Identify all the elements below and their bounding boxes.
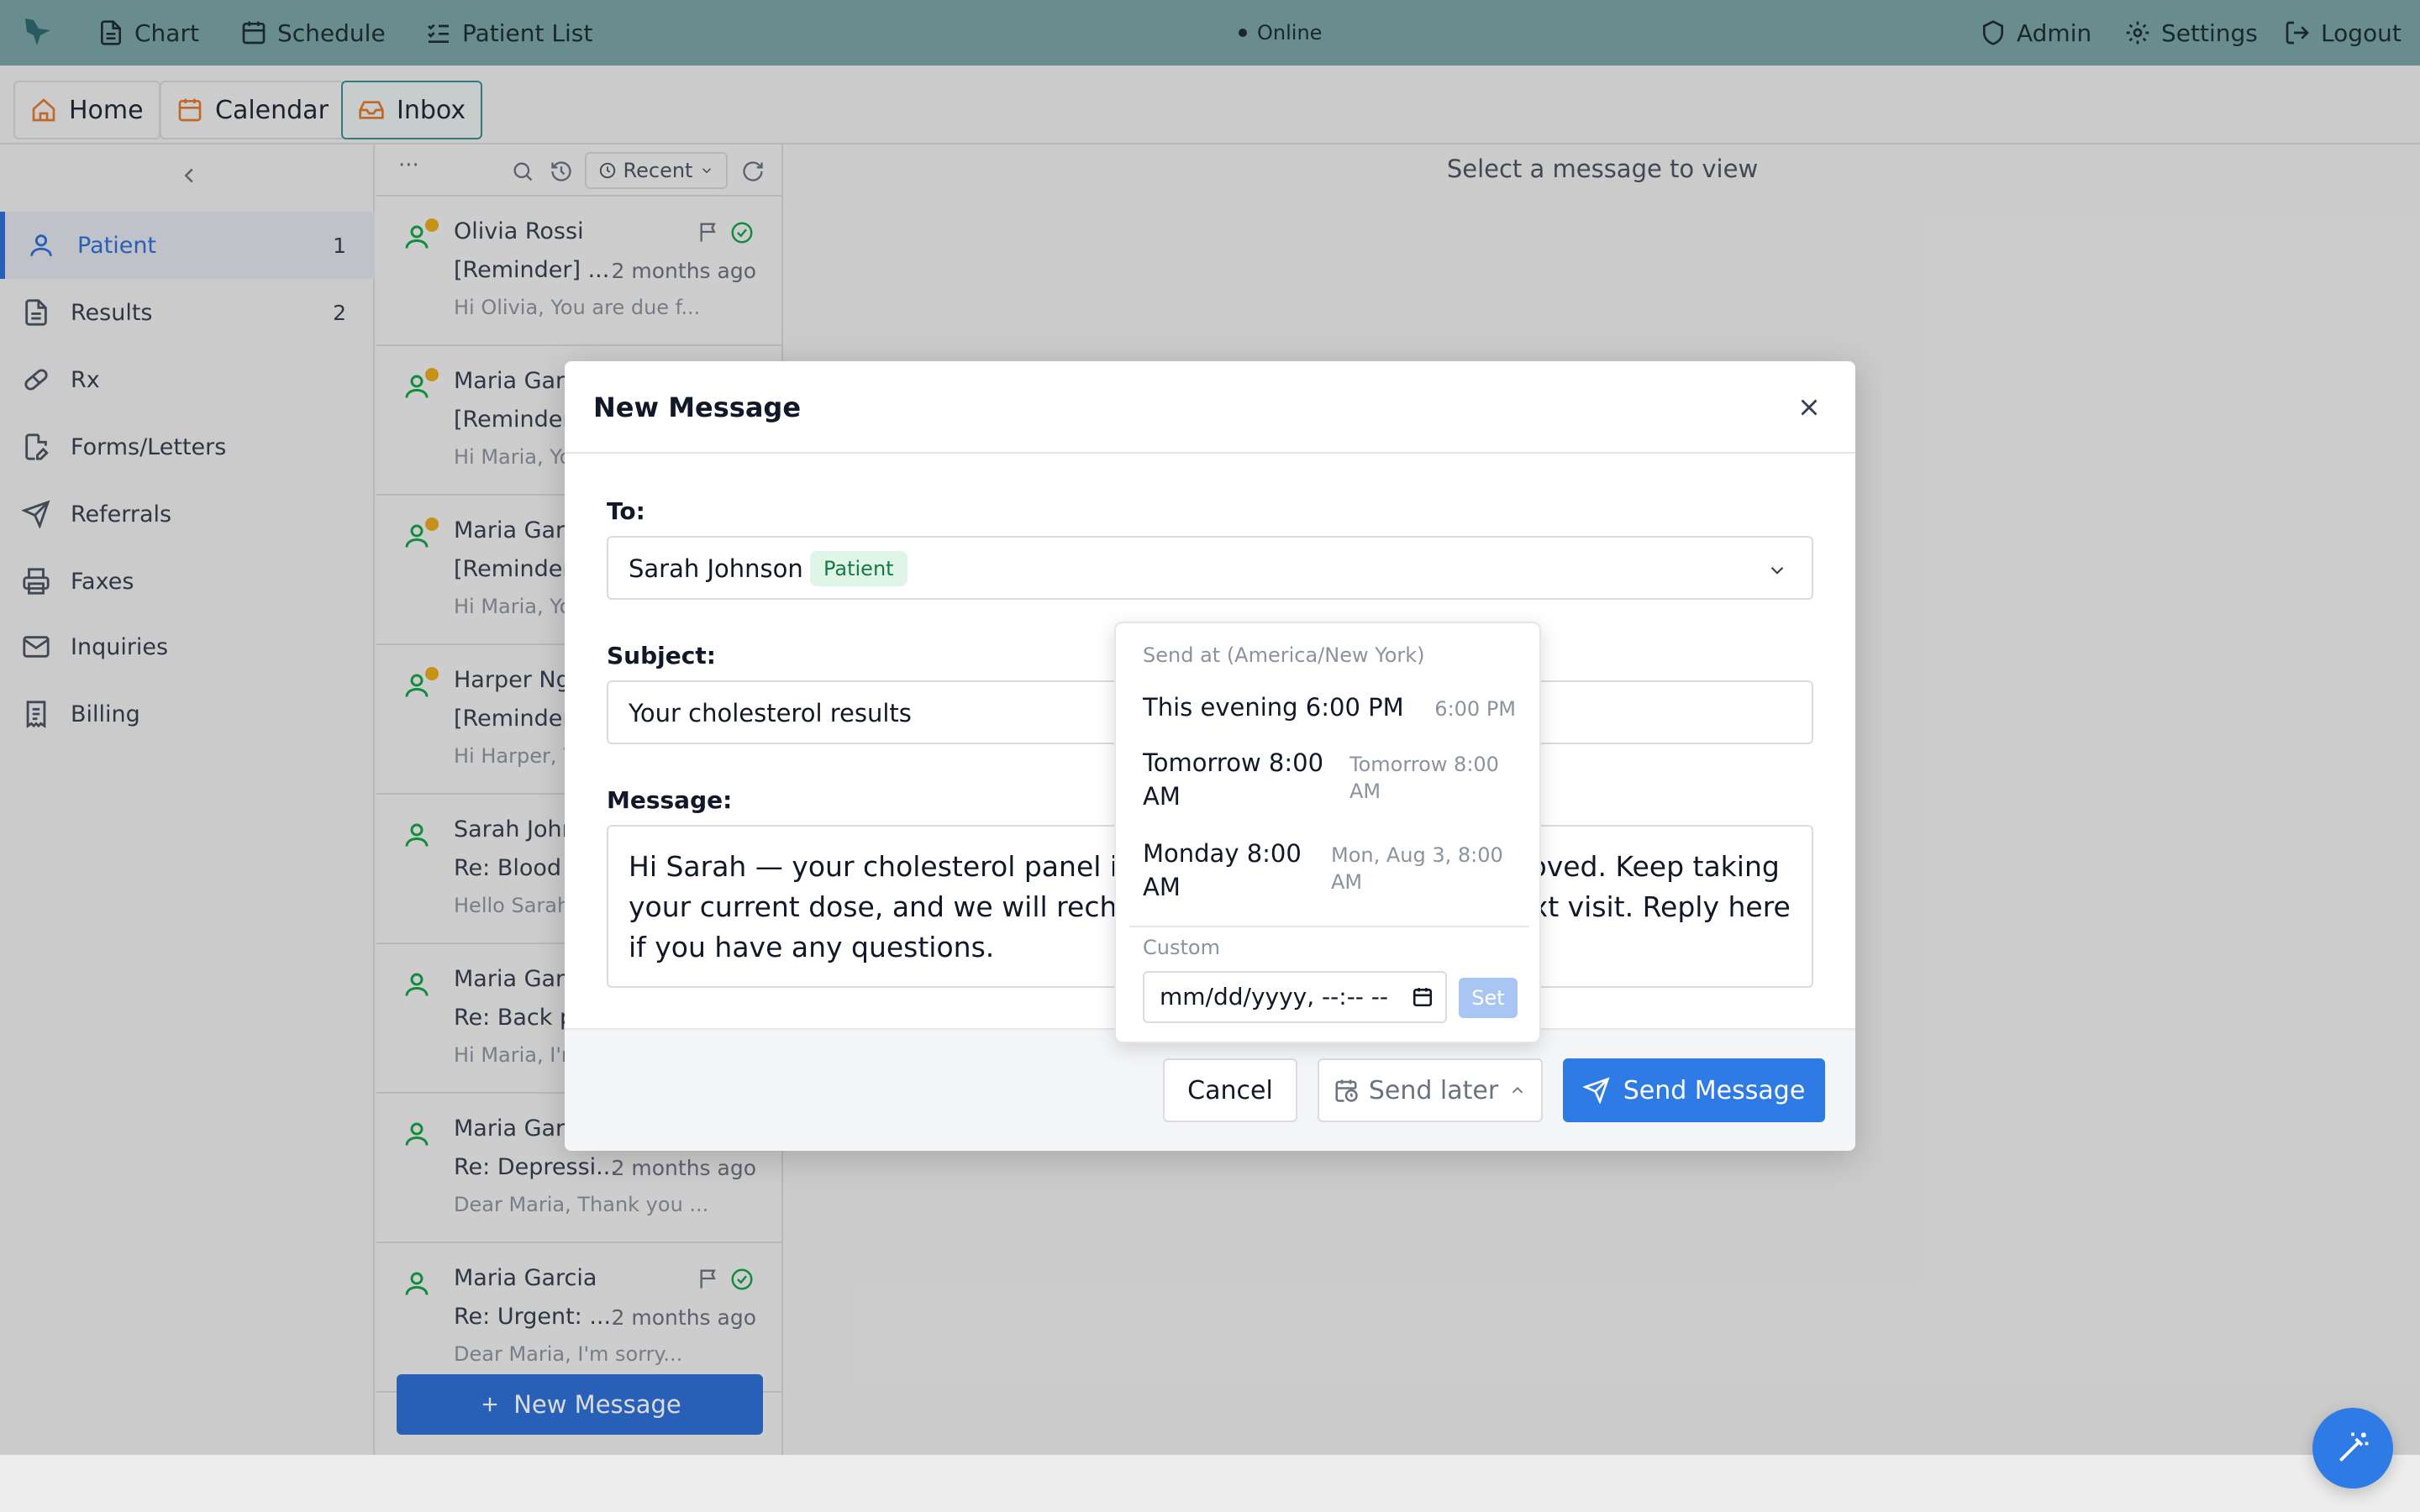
dialog-footer: Cancel Send later Send Message — [565, 1028, 1855, 1151]
custom-datetime-input[interactable]: mm/dd/yyyy, --:-- -- — [1143, 971, 1447, 1023]
close-icon[interactable] — [1795, 393, 1823, 422]
calendar-clock-icon — [1335, 1079, 1358, 1102]
send-later-popover: Send at (America/New York) This evening … — [1114, 622, 1541, 1043]
send-message-label: Send Message — [1623, 1075, 1806, 1105]
calendar-icon[interactable] — [1412, 986, 1434, 1008]
custom-datetime-placeholder: mm/dd/yyyy, --:-- -- — [1160, 983, 1389, 1011]
send-option-detail: Tomorrow 8:00 AM — [1349, 753, 1499, 803]
send-later-label: Send later — [1368, 1075, 1499, 1105]
send-at-timezone-header: Send at (America/New York) — [1143, 643, 1425, 667]
recipient-name: Sarah Johnson — [629, 554, 803, 583]
bottom-bar — [0, 1455, 2420, 1512]
dialog-header: New Message — [565, 361, 1855, 454]
to-label: To: — [607, 497, 645, 525]
send-option-this-evening[interactable]: This evening 6:00 PM 6:00 PM — [1143, 690, 1516, 727]
send-option-detail: Mon, Aug 3, 8:00 AM — [1331, 843, 1503, 894]
send-message-button[interactable]: Send Message — [1563, 1058, 1825, 1122]
cancel-button[interactable]: Cancel — [1163, 1058, 1297, 1122]
send-icon — [1582, 1077, 1610, 1104]
message-label: Message: — [607, 786, 733, 814]
magic-wand-icon — [2339, 1432, 2369, 1462]
custom-label: Custom — [1143, 936, 1220, 959]
dialog-title: New Message — [593, 391, 802, 423]
send-option-label: Monday 8:00 AM — [1143, 839, 1302, 901]
send-option-detail: 6:00 PM — [1434, 697, 1516, 721]
send-option-label: This evening 6:00 PM — [1143, 693, 1404, 722]
send-option-label: Tomorrow 8:00 AM — [1143, 748, 1324, 811]
chevron-down-icon — [1770, 566, 1784, 575]
send-option-tomorrow[interactable]: Tomorrow 8:00 AM Tomorrow 8:00 AM — [1143, 746, 1516, 818]
popover-divider — [1129, 926, 1529, 927]
subject-value: Your cholesterol results — [629, 699, 912, 727]
chevron-up-icon — [1512, 1086, 1523, 1094]
send-option-monday[interactable]: Monday 8:00 AM Mon, Aug 3, 8:00 AM — [1143, 837, 1516, 909]
subject-label: Subject: — [607, 642, 716, 669]
set-custom-time-button[interactable]: Set — [1459, 978, 1518, 1018]
ai-assist-button[interactable] — [2312, 1408, 2393, 1488]
recipient-type-badge: Patient — [810, 551, 908, 586]
recipient-select[interactable]: Sarah Johnson Patient — [607, 536, 1813, 600]
send-later-button[interactable]: Send later — [1318, 1058, 1543, 1122]
